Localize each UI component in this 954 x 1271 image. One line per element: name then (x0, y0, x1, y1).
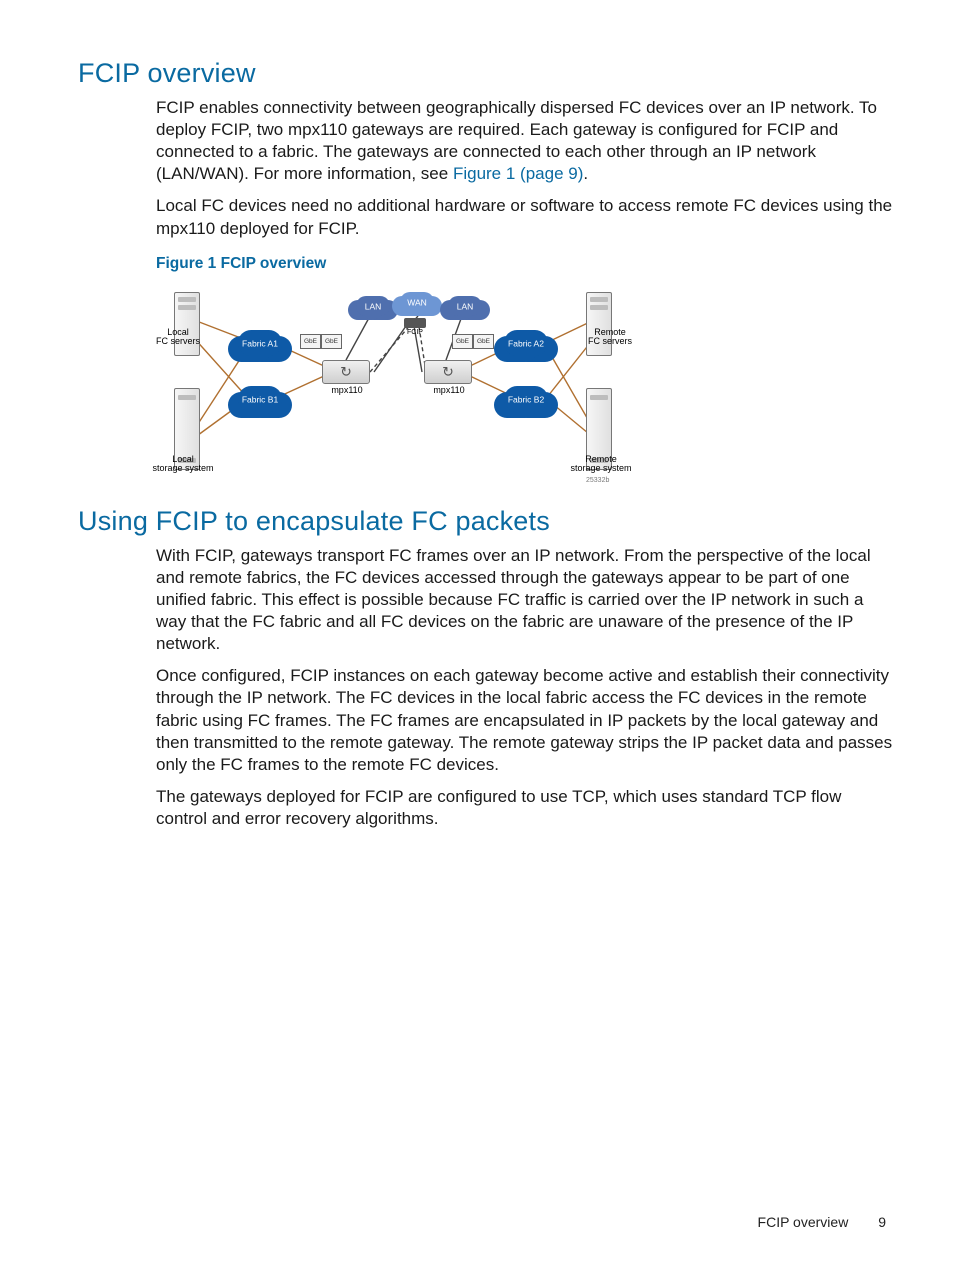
gbe-port: GbE (473, 334, 494, 349)
fabric-b1-label: Fabric B1 (242, 395, 278, 406)
lan-left-label: LAN (365, 301, 382, 312)
fcip-diagram: Fabric A1 Fabric B1 Fabric A2 Fabric B2 … (156, 280, 616, 486)
remote-servers-label: Remote FC servers (574, 328, 646, 347)
gbe-port: GbE (300, 334, 321, 349)
lan-right-icon: LAN (448, 296, 482, 316)
para-encap-1: With FCIP, gateways transport FC frames … (156, 545, 894, 655)
fabric-b2-label: Fabric B2 (508, 395, 544, 406)
mpx110-right-icon (424, 360, 472, 384)
gbe-port: GbE (452, 334, 473, 349)
mpx-left-label: mpx110 (324, 386, 370, 395)
gbe-port: GbE (321, 334, 342, 349)
page-footer: FCIP overview 9 (758, 1213, 886, 1231)
figure-1: Fabric A1 Fabric B1 Fabric A2 Fabric B2 … (156, 280, 626, 486)
heading-fcip-overview: FCIP overview (78, 56, 894, 91)
text: . (583, 164, 588, 183)
footer-page-number: 9 (878, 1214, 886, 1230)
fabric-a1-icon: Fabric A1 (238, 330, 282, 356)
remote-storage-label: Remote storage system (556, 455, 646, 474)
local-storage-label: Local storage system (138, 455, 228, 474)
mpx110-left-icon (322, 360, 370, 384)
wan-label: WAN (407, 297, 427, 308)
mpx-right-label: mpx110 (426, 386, 472, 395)
para-overview-1: FCIP enables connectivity between geogra… (156, 97, 894, 185)
para-encap-2: Once configured, FCIP instances on each … (156, 665, 894, 775)
footer-section-title: FCIP overview (758, 1214, 849, 1230)
lan-left-icon: LAN (356, 296, 390, 316)
fabric-b2-icon: Fabric B2 (504, 386, 548, 412)
heading-encapsulate: Using FCIP to encapsulate FC packets (78, 504, 894, 539)
lan-right-label: LAN (457, 301, 474, 312)
fcip-hub-icon (404, 318, 426, 328)
fcip-hub-label: FCIP (407, 329, 423, 336)
body-section1: FCIP enables connectivity between geogra… (156, 97, 894, 240)
fabric-a1-label: Fabric A1 (242, 339, 278, 350)
figure-1-caption: Figure 1 FCIP overview (156, 254, 894, 274)
local-servers-label: Local FC servers (148, 328, 208, 347)
figure-ref: 25332b (586, 477, 609, 484)
para-overview-2: Local FC devices need no additional hard… (156, 195, 894, 239)
fabric-a2-icon: Fabric A2 (504, 330, 548, 356)
body-section2: With FCIP, gateways transport FC frames … (156, 545, 894, 830)
para-encap-3: The gateways deployed for FCIP are confi… (156, 786, 894, 830)
fabric-b1-icon: Fabric B1 (238, 386, 282, 412)
xref-figure-1[interactable]: Figure 1 (page 9) (453, 164, 583, 183)
wan-icon: WAN (400, 292, 434, 312)
fabric-a2-label: Fabric A2 (508, 339, 544, 350)
